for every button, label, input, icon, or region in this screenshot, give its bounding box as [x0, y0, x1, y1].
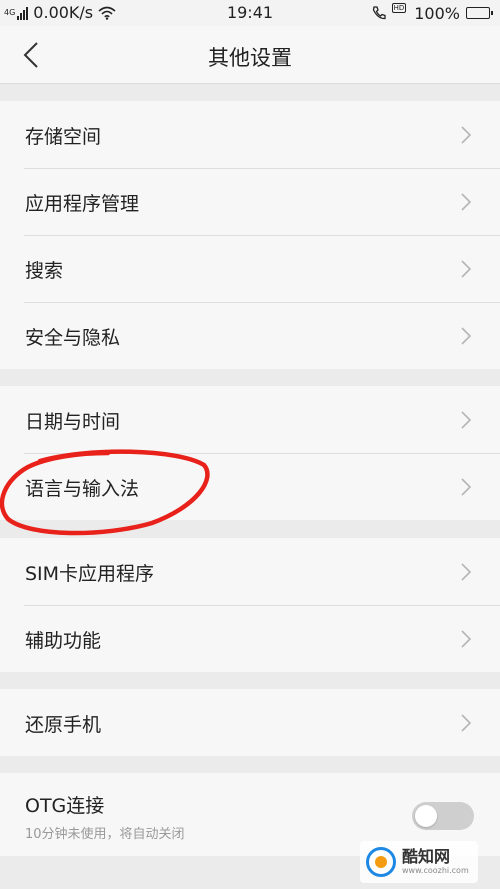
status-bar: 4G 0.00K/s 19:41 HD 100%	[0, 0, 500, 26]
watermark: 酷知网 www.coozhi.com	[360, 841, 478, 883]
settings-item-label: 语言与输入法	[25, 478, 140, 500]
settings-item-date-time[interactable]: 日期与时间	[0, 386, 500, 453]
battery-icon	[466, 7, 493, 19]
settings-item-label: 日期与时间	[25, 411, 121, 433]
settings-item-label: 还原手机	[25, 714, 102, 736]
settings-item-accessibility[interactable]: 辅助功能	[0, 605, 500, 672]
chevron-right-icon	[461, 563, 472, 581]
settings-item-label: 搜索	[25, 260, 64, 282]
watermark-url: www.coozhi.com	[402, 866, 469, 875]
watermark-brand: 酷知网	[402, 847, 451, 866]
settings-item-reset-phone[interactable]: 还原手机	[0, 689, 500, 756]
settings-group-storage: 存储空间 应用程序管理 搜索 安全与隐私	[0, 101, 500, 369]
settings-item-label: OTG连接	[25, 795, 105, 817]
battery-percent: 100%	[414, 3, 460, 23]
settings-item-label: 存储空间	[25, 126, 102, 148]
chevron-right-icon	[461, 630, 472, 648]
hd-badge: HD	[391, 3, 407, 13]
chevron-right-icon	[461, 478, 472, 496]
settings-group-reset: 还原手机	[0, 689, 500, 756]
settings-item-label: SIM卡应用程序	[25, 563, 155, 585]
nav-bar: 其他设置	[0, 26, 500, 84]
settings-item-subtitle: 10分钟未使用，将自动关闭	[25, 827, 185, 842]
toggle-knob	[415, 805, 437, 827]
chevron-right-icon	[461, 327, 472, 345]
settings-item-language-input[interactable]: 语言与输入法	[0, 453, 500, 520]
settings-item-storage[interactable]: 存储空间	[0, 101, 500, 168]
chevron-right-icon	[461, 126, 472, 144]
settings-group-locale: 日期与时间 语言与输入法	[0, 386, 500, 520]
chevron-right-icon	[461, 193, 472, 211]
otg-toggle[interactable]	[412, 802, 474, 830]
page-title: 其他设置	[208, 46, 292, 70]
chevron-right-icon	[461, 260, 472, 278]
watermark-logo-icon	[366, 847, 396, 877]
chevron-right-icon	[461, 714, 472, 732]
settings-item-label: 应用程序管理	[25, 193, 140, 215]
status-right: HD 100%	[371, 3, 493, 23]
settings-item-label: 安全与隐私	[25, 327, 121, 349]
settings-item-security-privacy[interactable]: 安全与隐私	[0, 302, 500, 369]
chevron-right-icon	[461, 411, 472, 429]
settings-item-sim-apps[interactable]: SIM卡应用程序	[0, 538, 500, 605]
settings-item-search[interactable]: 搜索	[0, 235, 500, 302]
settings-item-app-management[interactable]: 应用程序管理	[0, 168, 500, 235]
settings-group-sim: SIM卡应用程序 辅助功能	[0, 538, 500, 672]
hd-call-icon	[372, 6, 386, 20]
settings-item-label: 辅助功能	[25, 630, 102, 652]
